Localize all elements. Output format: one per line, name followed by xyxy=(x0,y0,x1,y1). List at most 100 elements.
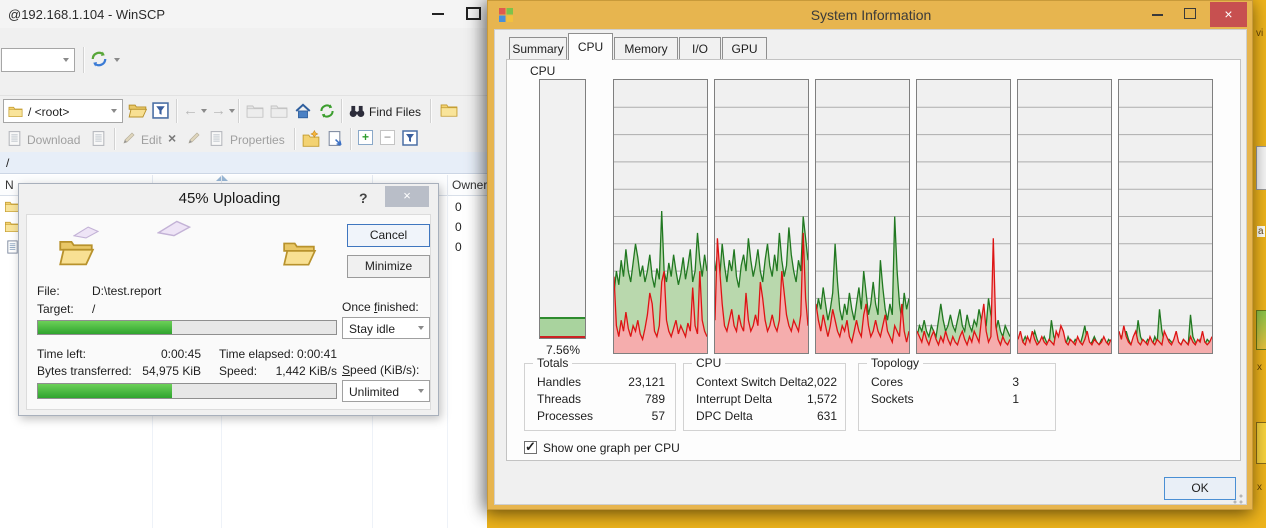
chevron-down-icon[interactable] xyxy=(114,58,120,62)
winscp-window-title: @192.168.1.104 - WinSCP xyxy=(8,7,165,22)
download-icon xyxy=(6,130,23,147)
open-folder-icon xyxy=(128,101,147,120)
desktop-icon-fragment[interactable] xyxy=(1256,422,1266,464)
speed-value: 1,442 KiB/s xyxy=(265,364,337,378)
find-files-button[interactable] xyxy=(348,102,366,123)
cancel-button[interactable]: Cancel xyxy=(347,224,430,247)
desktop-icon-fragment[interactable]: a xyxy=(1257,226,1265,237)
tab-gpu[interactable]: GPU xyxy=(722,37,767,59)
new-file-button[interactable] xyxy=(326,130,343,150)
dpc-delta-label: DPC Delta xyxy=(696,409,753,423)
new-folder-icon xyxy=(302,130,320,148)
tab-io[interactable]: I/O xyxy=(679,37,721,59)
winscp-titlebar[interactable]: @192.168.1.104 - WinSCP xyxy=(0,0,487,28)
edit-label[interactable]: Edit xyxy=(141,133,162,147)
back-icon[interactable]: ← xyxy=(183,103,198,118)
maximize-button[interactable] xyxy=(466,7,481,20)
file-value: D:\test.report xyxy=(92,284,161,298)
desktop-icon-fragment[interactable]: vi xyxy=(1256,28,1263,39)
forward-icon[interactable]: → xyxy=(211,103,226,118)
properties-label[interactable]: Properties xyxy=(230,133,285,147)
show-graph-checkbox[interactable] xyxy=(524,441,537,454)
refresh-button[interactable] xyxy=(318,102,336,123)
maximize-button[interactable] xyxy=(1184,8,1196,19)
document-arrow-icon xyxy=(326,130,343,147)
totals-threads-value: 789 xyxy=(605,392,665,406)
tab-memory[interactable]: Memory xyxy=(614,37,678,59)
properties-button[interactable] xyxy=(208,130,225,150)
home-directory-button[interactable] xyxy=(294,102,312,123)
target-label: Target: xyxy=(37,302,74,316)
speed-limit-select[interactable]: Unlimited xyxy=(342,380,430,402)
delete-icon[interactable]: × xyxy=(168,130,176,146)
totals-groupbox: Totals Handles 23,121 Threads 789 Proces… xyxy=(524,363,676,431)
minimize-button[interactable] xyxy=(432,13,444,15)
cores-label: Cores xyxy=(871,375,903,389)
pencil-icon xyxy=(121,130,137,146)
cpu-usage-gauge xyxy=(539,79,586,339)
session-combo[interactable] xyxy=(1,48,75,72)
name-column-header[interactable]: N xyxy=(5,178,14,192)
remote-path-bar[interactable]: / xyxy=(0,152,487,174)
open-directory-button[interactable] xyxy=(128,101,147,123)
cpu-history-graph-0 xyxy=(613,79,708,354)
chevron-down-icon xyxy=(418,389,424,393)
download-label[interactable]: Download xyxy=(27,133,80,147)
flying-paper-icon xyxy=(157,220,191,240)
filter-toggle-button[interactable] xyxy=(402,130,418,149)
target-value: / xyxy=(92,302,95,316)
resize-grip[interactable] xyxy=(1232,493,1244,505)
refresh-icon xyxy=(318,102,336,120)
synchronize-button[interactable] xyxy=(440,101,458,122)
find-files-label[interactable]: Find Files xyxy=(369,105,421,119)
chevron-down-icon[interactable] xyxy=(229,109,235,113)
desktop-icon-fragment[interactable] xyxy=(1256,310,1266,350)
cpu-section-label: CPU xyxy=(530,64,555,78)
pencil-icon xyxy=(186,130,202,146)
root-directory-button[interactable] xyxy=(270,102,288,123)
cpu-history-graph-3 xyxy=(916,79,1011,354)
topology-groupbox: Topology Cores 3 Sockets 1 xyxy=(858,363,1056,431)
owner-cell: 0 xyxy=(455,200,462,214)
download-and-delete-button[interactable] xyxy=(90,130,107,150)
owner-column-header[interactable]: Owner xyxy=(452,178,487,192)
sync-icon xyxy=(89,49,109,69)
show-graph-checkbox-label[interactable]: Show one graph per CPU xyxy=(543,441,680,455)
help-icon[interactable]: ? xyxy=(359,190,368,206)
filter-icon xyxy=(402,130,418,146)
cores-value: 3 xyxy=(979,375,1019,389)
desktop-icon-fragment[interactable]: x xyxy=(1257,482,1262,493)
desktop-icon-fragment[interactable] xyxy=(1256,146,1266,190)
tab-summary[interactable]: Summary xyxy=(509,37,567,59)
context-switch-delta-label: Context Switch Delta xyxy=(696,375,807,389)
sockets-label: Sockets xyxy=(871,392,914,406)
root-folder-icon xyxy=(270,102,288,120)
download-button[interactable] xyxy=(6,130,23,150)
close-button[interactable]: × xyxy=(385,186,429,207)
file-label: File: xyxy=(37,284,60,298)
cpu-history-graph-5 xyxy=(1118,79,1213,354)
desktop-icon-fragment[interactable]: x xyxy=(1257,362,1262,373)
parent-directory-button[interactable] xyxy=(246,102,264,123)
home-icon xyxy=(294,102,312,120)
file-progress-fill xyxy=(38,321,172,334)
ok-button[interactable]: OK xyxy=(1164,477,1236,500)
close-button[interactable]: × xyxy=(1210,2,1247,27)
minimize-button[interactable] xyxy=(1152,14,1163,16)
bytes-transferred-value: 54,975 KiB xyxy=(129,364,201,378)
once-finished-select[interactable]: Stay idle xyxy=(342,317,430,339)
folder-icon xyxy=(8,104,23,119)
synchronize-browsing-button[interactable] xyxy=(89,49,109,72)
chevron-down-icon[interactable] xyxy=(201,109,207,113)
filter-button[interactable] xyxy=(152,102,169,122)
rename-button[interactable] xyxy=(186,130,202,149)
edit-button[interactable] xyxy=(121,130,137,149)
add-icon[interactable]: + xyxy=(358,130,373,145)
tab-cpu[interactable]: CPU xyxy=(568,33,613,60)
dpc-delta-value: 631 xyxy=(795,409,837,423)
remove-icon[interactable]: − xyxy=(380,130,395,145)
system-information-window: System Information × Summary CPU Memory … xyxy=(487,0,1253,510)
new-directory-button[interactable] xyxy=(302,130,320,151)
minimize-transfer-button[interactable]: Minimize xyxy=(347,255,430,278)
remote-path-combo[interactable]: / <root> xyxy=(3,99,123,123)
